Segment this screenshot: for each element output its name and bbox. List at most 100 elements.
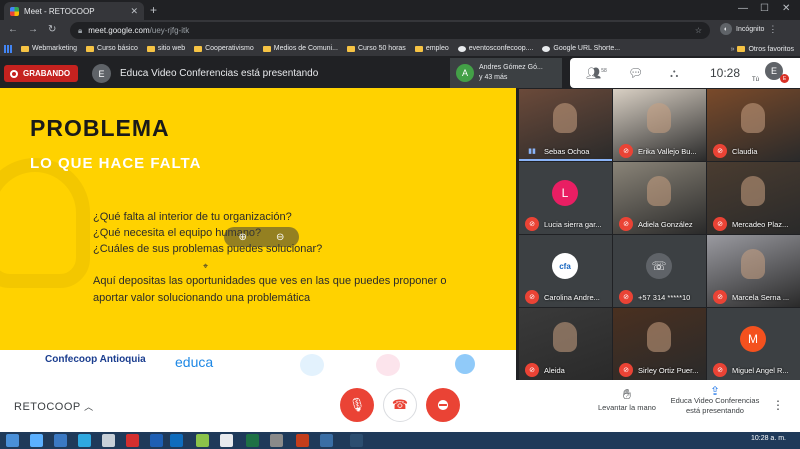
bookmark-item[interactable]: eventosconfecoop.... bbox=[457, 45, 533, 52]
participant-tile[interactable]: M ⊘ Miguel Angel R... bbox=[707, 308, 800, 380]
new-tab-button[interactable]: + bbox=[150, 3, 157, 17]
slide-title: PROBLEMA bbox=[30, 115, 170, 141]
sponsor-logos: Confecoop Antioquia educa bbox=[0, 350, 516, 380]
tab-meet[interactable]: Meet - RETOCOOP ✕ bbox=[4, 2, 144, 20]
chat-icon[interactable]: 💬︎ bbox=[628, 66, 643, 80]
bookmark-item[interactable]: Cooperativismo bbox=[194, 45, 254, 52]
mic-off-icon: ⊘ bbox=[619, 363, 633, 377]
bookmark-item[interactable]: sitio web bbox=[146, 45, 185, 52]
participant-video bbox=[553, 103, 577, 133]
mic-toggle-button[interactable]: 🎙︎ bbox=[340, 388, 374, 422]
bookmark-item[interactable]: Webmarketing bbox=[21, 45, 77, 52]
participant-tile[interactable]: ⊘ Mercadeo Plaz... bbox=[707, 162, 800, 234]
raise-hand-button[interactable]: ✋︎ Levantar la mano bbox=[592, 386, 662, 412]
zoom-out-icon[interactable]: ⊖ bbox=[276, 232, 284, 243]
self-label: Tú bbox=[752, 77, 760, 83]
taskbar-clock: 10:28 a. m. bbox=[750, 435, 786, 442]
camera-toggle-button[interactable]: ⛔︎ bbox=[426, 388, 460, 422]
taskbar-app-icon[interactable] bbox=[54, 434, 67, 447]
more-options-icon[interactable]: ⋮ bbox=[772, 398, 784, 412]
taskbar-app-icon[interactable] bbox=[196, 434, 209, 447]
minimize-icon[interactable]: — bbox=[738, 3, 748, 14]
close-window-icon[interactable]: ✕ bbox=[782, 3, 790, 14]
mic-off-icon: 🎙︎ bbox=[348, 397, 366, 412]
back-icon[interactable]: ← bbox=[8, 24, 18, 35]
globe-icon bbox=[457, 45, 466, 52]
mic-off-icon: ⊘ bbox=[525, 217, 539, 231]
taskbar-app-icon[interactable] bbox=[246, 434, 259, 447]
participant-tile[interactable]: ⊘ Adiela González bbox=[613, 162, 706, 234]
participant-tile[interactable]: ⊘ Marcela Serna ... bbox=[707, 235, 800, 307]
meeting-clock: 10:28 bbox=[710, 66, 741, 80]
people-icon[interactable]: 👥︎58 bbox=[586, 66, 607, 80]
presentation-slide: PROBLEMA LO QUE HACE FALTA ¿Qué falta al… bbox=[0, 88, 516, 350]
apps-icon[interactable] bbox=[4, 44, 12, 53]
meet-favicon-icon bbox=[10, 6, 19, 16]
zoom-in-icon[interactable]: ⊕ bbox=[239, 232, 247, 243]
address-bar[interactable]: 🔒︎ meet.google.com/uey-rjfg-itk ☆ bbox=[70, 22, 710, 39]
participant-tile[interactable]: ⊘ Erika Vallejo Bu... bbox=[613, 89, 706, 161]
bookmark-item[interactable]: Curso 50 horas bbox=[346, 45, 406, 52]
folder-icon bbox=[146, 45, 155, 52]
taskbar-app-icon[interactable] bbox=[78, 434, 91, 447]
star-icon[interactable]: ☆ bbox=[695, 26, 702, 35]
windows-start-icon[interactable] bbox=[6, 434, 19, 447]
participant-name: Mercadeo Plaz... bbox=[732, 220, 789, 229]
menu-icon[interactable]: ⋮ bbox=[768, 24, 777, 35]
bookmark-item[interactable]: Google URL Shorte... bbox=[542, 45, 620, 52]
partner-logo bbox=[376, 354, 400, 376]
hand-icon: ✋︎ bbox=[623, 386, 631, 402]
close-tab-icon[interactable]: ✕ bbox=[130, 6, 138, 17]
participant-tile[interactable]: cfa ⊘ Carolina Andre... bbox=[519, 235, 612, 307]
reload-icon[interactable]: ↻ bbox=[48, 24, 56, 35]
participant-tile[interactable]: ⊘ Sirley Ortiz Puer... bbox=[613, 308, 706, 380]
bookmark-item[interactable]: Curso básico bbox=[86, 45, 138, 52]
participant-tile[interactable]: ▮▮ Sebas Ochoa bbox=[519, 89, 612, 161]
cursor-icon: ⌖ bbox=[203, 261, 209, 271]
slide-subtitle: LO QUE HACE FALTA bbox=[30, 155, 202, 172]
forward-icon[interactable]: → bbox=[28, 24, 38, 35]
taskbar-app-icon[interactable] bbox=[150, 434, 163, 447]
windows-taskbar: 10:28 a. m. bbox=[0, 432, 800, 449]
record-icon bbox=[10, 69, 18, 78]
other-bookmarks[interactable]: » Otros favoritos bbox=[724, 41, 794, 56]
mic-off-icon: ⊘ bbox=[619, 217, 633, 231]
zoom-control[interactable]: ⊕ ⊖ bbox=[224, 227, 299, 247]
bookmark-item[interactable]: Medios de Comuni... bbox=[262, 45, 338, 52]
active-speaker-bar bbox=[519, 159, 612, 161]
maximize-icon[interactable]: ☐ bbox=[760, 3, 769, 14]
meeting-name[interactable]: RETOCOOP ︿ bbox=[14, 400, 94, 413]
participant-tile[interactable]: ☏ ⊘ +57 314 *****10 bbox=[613, 235, 706, 307]
question-item: ¿Qué falta al interior de tu organizació… bbox=[93, 211, 292, 223]
participant-tile[interactable]: L ⊘ Lucia sierra gar... bbox=[519, 162, 612, 234]
activities-icon[interactable]: ⛬ bbox=[670, 66, 678, 81]
bookmark-item[interactable]: empleo bbox=[414, 45, 449, 52]
folder-icon bbox=[414, 45, 423, 52]
taskbar-app-icon[interactable] bbox=[126, 434, 139, 447]
chrome-taskbar-icon[interactable] bbox=[220, 434, 233, 447]
taskbar-app-icon[interactable] bbox=[30, 434, 43, 447]
taskbar-app-icon[interactable] bbox=[320, 434, 333, 447]
folder-icon bbox=[262, 45, 271, 52]
taskbar-app-icon[interactable] bbox=[350, 434, 363, 447]
lock-icon: 🔒︎ bbox=[78, 25, 83, 35]
participant-name: Erika Vallejo Bu... bbox=[638, 147, 697, 156]
self-badge: E bbox=[780, 74, 789, 83]
participant-name: Marcela Serna ... bbox=[732, 293, 790, 302]
join-notification[interactable]: A Andres Gómez Gó... y 43 más bbox=[450, 58, 562, 88]
chevron-up-icon: ︿ bbox=[84, 402, 94, 412]
partner-logo bbox=[300, 354, 324, 376]
leave-call-button[interactable]: ☎︎ bbox=[383, 388, 417, 422]
taskbar-app-icon[interactable] bbox=[102, 434, 115, 447]
chevron-right-icon: » bbox=[730, 45, 735, 53]
participant-avatar: cfa bbox=[552, 253, 578, 279]
taskbar-app-icon[interactable] bbox=[270, 434, 283, 447]
present-button[interactable]: ⇪ Educa Video Conferencias está presenta… bbox=[665, 385, 765, 416]
participant-tile[interactable]: ⊘ Aleida bbox=[519, 308, 612, 380]
participant-name: Adiela González bbox=[638, 220, 693, 229]
tab-bar: Meet - RETOCOOP ✕ + — ☐ ✕ bbox=[0, 0, 800, 20]
taskbar-app-icon[interactable] bbox=[296, 434, 309, 447]
taskbar-app-icon[interactable] bbox=[170, 434, 183, 447]
participant-tile[interactable]: ⊘ Claudia bbox=[707, 89, 800, 161]
profile-button[interactable]: ◐ Incógnito ⋮ bbox=[720, 23, 777, 35]
